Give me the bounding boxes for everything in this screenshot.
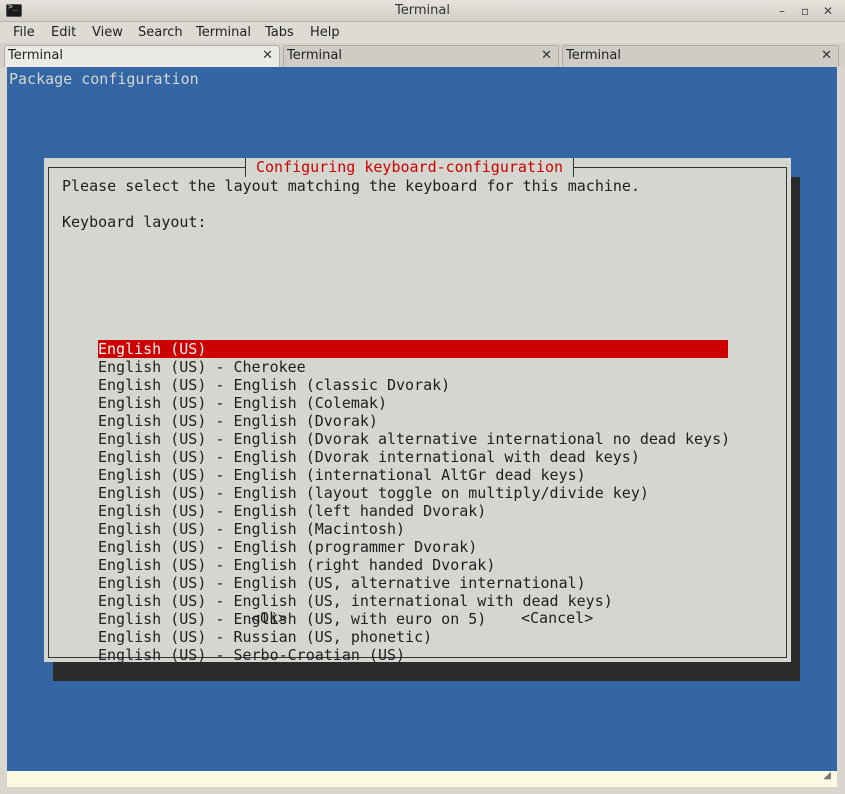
layout-option[interactable]: English (US) - English (Dvorak internati… — [98, 448, 728, 466]
tab-label: Terminal — [287, 48, 342, 63]
menu-file[interactable]: File — [13, 25, 35, 40]
tab-close-icon[interactable]: ✕ — [821, 48, 832, 63]
menu-bar: File Edit View Search Terminal Tabs Help — [0, 22, 845, 43]
menu-edit[interactable]: Edit — [51, 25, 76, 40]
window-titlebar: Terminal – ▫ ✕ — [0, 0, 845, 22]
maximize-icon[interactable]: ▫ — [797, 3, 813, 19]
menu-view[interactable]: View — [92, 25, 123, 40]
status-strip: ◢ — [7, 770, 837, 787]
package-configuration-header: Package configuration — [9, 70, 199, 88]
menu-search[interactable]: Search — [138, 25, 183, 40]
layout-option[interactable]: English (US) - English (right handed Dvo… — [98, 556, 728, 574]
layout-option[interactable]: English (US) - English (Dvorak) — [98, 412, 728, 430]
cancel-button[interactable]: <Cancel> — [521, 609, 593, 627]
layout-option[interactable]: English (US) - English (left handed Dvor… — [98, 502, 728, 520]
keyboard-layout-label: Keyboard layout: — [62, 213, 207, 231]
layout-option[interactable]: English (US) - Russian (US, phonetic) — [98, 628, 728, 646]
layout-option[interactable]: English (US) - English (programmer Dvora… — [98, 538, 728, 556]
tab-label: Terminal — [566, 48, 621, 63]
layout-option[interactable]: English (US) - English (classic Dvorak) — [98, 376, 728, 394]
window-title: Terminal — [395, 3, 450, 18]
menu-help[interactable]: Help — [310, 25, 340, 40]
keyboard-layout-list[interactable]: English (US) English (US) - Cherokee Engli… — [98, 340, 730, 664]
tab-terminal-3[interactable]: Terminal ✕ — [562, 45, 839, 67]
layout-option[interactable]: English (US) - English (Macintosh) — [98, 520, 728, 538]
tab-bar: Terminal ✕ Terminal ✕ Terminal ✕ — [0, 43, 845, 67]
layout-option[interactable]: English (US) - English (international Al… — [98, 466, 728, 484]
layout-option[interactable]: English (US) - English (Dvorak alternati… — [98, 430, 730, 448]
close-icon[interactable]: ✕ — [820, 3, 836, 19]
layout-option[interactable]: English (US) - Serbo-Croatian (US) — [98, 646, 728, 664]
terminal-screen[interactable]: Package configuration Configuring keyboa… — [7, 67, 837, 771]
tab-terminal-2[interactable]: Terminal ✕ — [283, 45, 559, 67]
layout-option[interactable]: English (US) - English (Colemak) — [98, 394, 728, 412]
dialog-prompt: Please select the layout matching the ke… — [62, 177, 640, 195]
minimize-icon[interactable]: – — [774, 3, 790, 19]
menu-tabs[interactable]: Tabs — [265, 25, 294, 40]
layout-option[interactable]: English (US) - English (US, internationa… — [98, 592, 728, 610]
layout-option[interactable]: English (US) - English (US, with euro on… — [98, 610, 728, 628]
resize-grip-icon[interactable]: ◢ — [823, 770, 831, 781]
ok-button[interactable]: <Ok> — [251, 609, 287, 627]
layout-option[interactable]: English (US) - Cherokee — [98, 358, 728, 376]
menu-terminal[interactable]: Terminal — [196, 25, 251, 40]
layout-option[interactable]: English (US) — [98, 340, 728, 358]
layout-option[interactable]: English (US) - English (US, alternative … — [98, 574, 728, 592]
tab-label: Terminal — [8, 48, 63, 63]
keyboard-config-dialog: Configuring keyboard-configuration Pleas… — [44, 158, 791, 664]
dialog-title: Configuring keyboard-configuration — [245, 158, 575, 177]
layout-option[interactable]: English (US) - English (layout toggle on… — [98, 484, 728, 502]
tab-terminal-1[interactable]: Terminal ✕ — [4, 45, 280, 67]
tab-close-icon[interactable]: ✕ — [262, 48, 273, 63]
tab-close-icon[interactable]: ✕ — [541, 48, 552, 63]
